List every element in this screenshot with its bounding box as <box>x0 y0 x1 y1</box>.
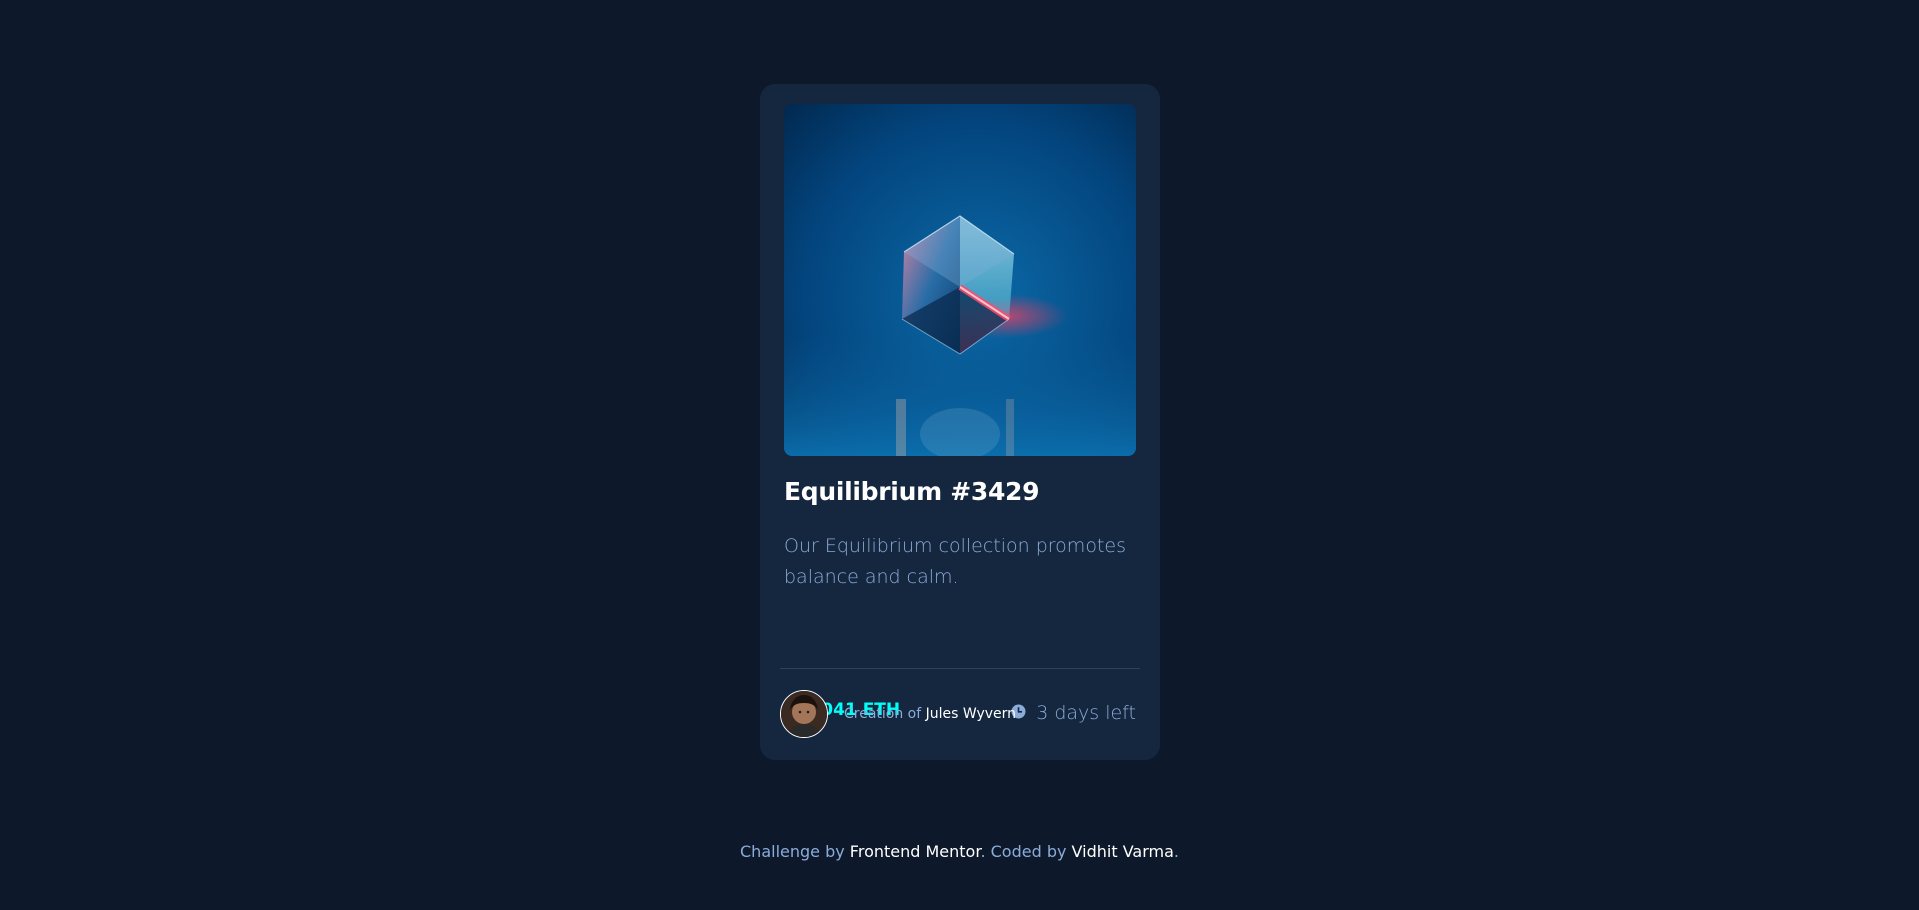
attribution: Challenge by Frontend Mentor. Coded by V… <box>0 842 1919 861</box>
attribution-separator: . <box>980 842 991 861</box>
divider <box>780 668 1140 669</box>
creator: Creation of Jules Wyvern <box>780 690 1016 738</box>
creator-prefix: Creation of <box>844 706 926 722</box>
creator-credit: Creation of Jules Wyvern <box>844 706 1016 722</box>
nft-title[interactable]: Equilibrium #3429 <box>784 477 1040 506</box>
coded-prefix: Coded by <box>990 842 1072 861</box>
nft-card: Equilibrium #3429 Our Equilibrium collec… <box>760 84 1160 760</box>
time-left-value: 3 days left <box>1036 702 1136 724</box>
challenge-prefix: Challenge by <box>740 842 850 861</box>
crystal-cube-image <box>784 104 1136 456</box>
frontend-mentor-link[interactable]: Frontend Mentor <box>850 842 981 861</box>
time-left: 3 days left <box>1011 702 1136 724</box>
creator-portrait-image <box>781 691 827 737</box>
equilibrium-image[interactable] <box>784 104 1136 456</box>
author-link[interactable]: Vidhit Varma <box>1072 842 1174 861</box>
creator-name-link[interactable]: Jules Wyvern <box>926 706 1016 722</box>
attribution-suffix: . <box>1173 842 1179 861</box>
nft-description: Our Equilibrium collection promotes bala… <box>784 535 1126 588</box>
avatar <box>780 690 828 738</box>
